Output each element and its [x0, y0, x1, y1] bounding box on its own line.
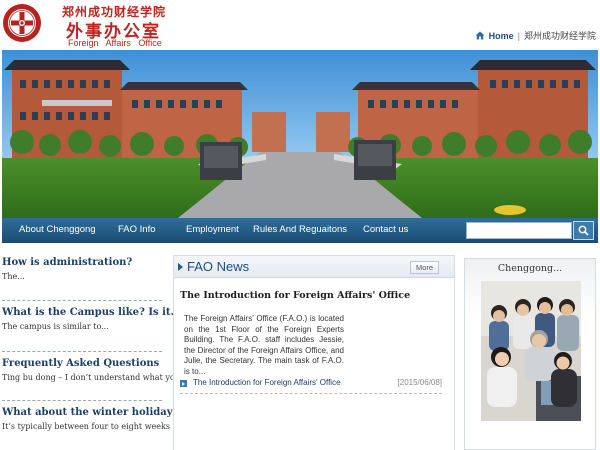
faq-item-desc: It’s typically between four to eight wee…: [2, 422, 181, 431]
chenggong-panel: Chenggong...: [464, 258, 596, 450]
news-item-date: [2015/06/08]: [397, 378, 442, 387]
nav-about-chenggong[interactable]: About Chenggong: [19, 224, 96, 235]
nav-fao-info[interactable]: FAO Info: [118, 224, 156, 235]
students-photo[interactable]: [481, 281, 581, 421]
site-header: 郑州成功财经学院 外事办公室 Foreign Affairs Office Ho…: [0, 0, 600, 50]
campus-photo: [2, 50, 598, 218]
top-links-separator: |: [517, 30, 520, 41]
divider: [2, 300, 162, 301]
faq-item-title[interactable]: What about the winter holiday?: [2, 407, 178, 418]
news-item-title[interactable]: The Introduction for Foreign Affairs' Of…: [193, 378, 341, 387]
search-input[interactable]: [466, 222, 572, 239]
school-seal-logo[interactable]: [2, 3, 42, 43]
faq-item: What is the Campus like? Is it... The ca…: [2, 307, 181, 331]
divider: [2, 351, 162, 352]
fao-news-panel: FAO News More The Introduction for Forei…: [173, 255, 455, 450]
divider: [2, 400, 162, 401]
more-button[interactable]: More: [410, 261, 439, 274]
nav-employment[interactable]: Employment: [186, 224, 239, 235]
news-list-item[interactable]: The Introduction for Foreign Affairs' Of…: [180, 377, 448, 391]
house-icon: [475, 31, 485, 40]
campus-banner: [2, 50, 598, 218]
faq-item-title[interactable]: How is administration?: [2, 257, 160, 268]
divider: [180, 393, 442, 394]
article-summary: The Foreign Affairs' Office (F.A.O.) is …: [184, 314, 344, 376]
search-icon: [578, 225, 589, 236]
faq-item: Frequently Asked Questions Ting bu dong …: [2, 358, 188, 382]
triangle-right-icon: [178, 263, 183, 271]
fao-news-header: FAO News More: [174, 256, 454, 278]
nav-contact-us[interactable]: Contact us: [363, 224, 408, 235]
article-title[interactable]: The Introduction for Foreign Affairs' Of…: [180, 290, 410, 301]
search-button[interactable]: [573, 221, 594, 240]
main-nav: About Chenggong FAO Info Employment Rule…: [2, 218, 598, 243]
top-links: Home | 郑州成功财经学院: [475, 29, 596, 42]
faq-item-desc: The...: [2, 272, 25, 281]
faq-item-desc: Ting bu dong – I don’t understand what y…: [2, 373, 188, 382]
nav-rules-and-regulations[interactable]: Rules And Reguaitons: [253, 224, 347, 235]
home-link[interactable]: Home: [489, 31, 514, 41]
fao-news-title: FAO News: [187, 259, 250, 274]
faq-item: What about the winter holiday? It’s typi…: [2, 407, 181, 431]
office-name-en: Foreign Affairs Office: [68, 38, 162, 48]
school-site-link[interactable]: 郑州成功财经学院: [524, 29, 596, 42]
play-icon: [180, 380, 187, 387]
faq-item-desc: The campus is similar to...: [2, 322, 109, 331]
faq-item-title[interactable]: What is the Campus like? Is it...: [2, 307, 181, 318]
chenggong-panel-title[interactable]: Chenggong...: [465, 263, 595, 274]
faq-item: How is administration? The...: [2, 257, 160, 281]
faq-item-title[interactable]: Frequently Asked Questions: [2, 358, 160, 369]
